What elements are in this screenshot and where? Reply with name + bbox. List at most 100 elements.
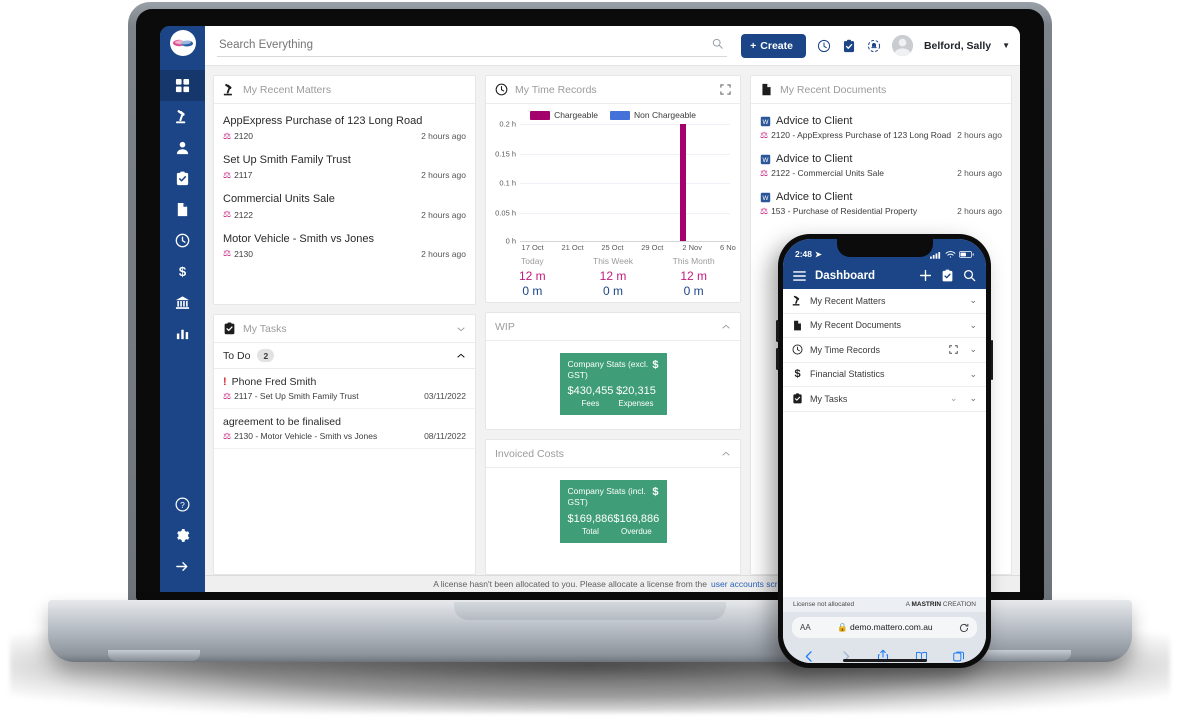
chevron-up-icon[interactable] [456,351,466,361]
phone-row-recent-documents[interactable]: My Recent Documents ⌄ [783,314,986,338]
chevron-down-icon[interactable]: ⌄ [969,369,977,380]
reload-icon[interactable] [959,623,969,633]
expand-icon[interactable] [720,84,731,95]
list-item[interactable]: W Advice to Client ⚖ 153 - Purchase of R… [760,184,1002,222]
matter-timestamp: 2 hours ago [421,248,466,259]
task-name-row: agreement to be finalised [223,416,466,428]
chart-plot-area: 0.2 h 0.15 h 0.1 h 0.05 h 0 h [495,120,730,246]
phone-row-financial-statistics[interactable]: $ Financial Statistics ⌄ [783,363,986,387]
y-tick-label: 0.1 h [499,178,516,188]
list-item[interactable]: Commercial Units Sale ⚖ 2122 2 hours ago [223,186,466,225]
clock-icon [792,344,803,355]
sidebar-item-settings[interactable] [160,520,205,551]
list-item[interactable]: ! Phone Fred Smith ⚖ 2117 - Set Up Smith… [214,369,475,409]
tasks-icon[interactable] [842,39,856,53]
chevron-down-icon[interactable]: ⌄ [969,320,977,331]
sidebar-item-contacts[interactable] [160,132,205,163]
chart-bar-chargeable[interactable] [680,124,686,241]
stat-card[interactable]: Company Stats (excl. GST) $ $430,455 Fee… [559,353,667,416]
tasks-section-label: To Do [223,349,251,362]
recent-matters-list: AppExpress Purchase of 123 Long Road ⚖ 2… [214,104,475,304]
matter-name: Set Up Smith Family Trust [223,154,351,167]
sidebar-item-time[interactable] [160,225,205,256]
matter-number: 2122 [234,209,253,220]
phone-row-time-records[interactable]: My Time Records ⌄ [783,338,986,363]
svg-text:W: W [763,195,769,202]
dashboard-column-left: My Recent Matters AppExpress Purchase of… [213,75,476,575]
sidebar-item-tasks[interactable] [160,163,205,194]
chevron-down-small-icon[interactable]: ⌄ [950,393,958,404]
card-header: Invoiced Costs [486,440,740,469]
list-item[interactable]: W Advice to Client ⚖ 2120 - AppExpress P… [760,108,1002,146]
document-meta: ⚖ 153 - Purchase of Residential Property… [760,206,1002,216]
hamburger-icon[interactable] [793,270,806,282]
search-input[interactable] [217,34,728,57]
time-records-chart: Chargeable Non Chargeable 0.2 h 0.15 h 0… [486,104,740,302]
phone-row-my-tasks[interactable]: My Tasks ⌄ ⌄ [783,387,986,412]
user-name[interactable]: Belford, Sally [924,40,991,52]
card-time-records: My Time Records Chargeable Non Chargeabl… [485,75,741,303]
tabs-icon[interactable] [953,650,965,662]
tasks-section-header[interactable]: To Do 2 [214,343,475,369]
chevron-down-icon[interactable]: ⌄ [969,295,977,306]
power-button[interactable] [990,340,993,380]
back-icon[interactable] [804,650,815,663]
document-meta: ⚖ 2122 - Commercial Units Sale 2 hours a… [760,168,1002,178]
top-bar: + Create Belford, Sally ▼ [205,26,1020,66]
svg-text:?: ? [180,500,185,510]
volume-up-button[interactable] [776,320,779,342]
list-item[interactable]: Set Up Smith Family Trust ⚖ 2117 2 hours… [223,147,466,186]
chevron-up-icon[interactable] [721,449,731,459]
stat-cell-overdue: $169,886 Overdue [613,513,659,536]
time-summary: Today 12 m 0 m This Week 12 m 0 m This M… [492,256,734,298]
summary-chargeable: 12 m [518,269,546,283]
sidebar-item-dashboard[interactable] [160,70,205,101]
address-bar[interactable]: AA 🔒 demo.mattero.com.au [792,617,977,638]
list-item[interactable]: W Advice to Client ⚖ 2122 - Commercial U… [760,146,1002,184]
create-button[interactable]: + Create [741,33,806,58]
notifications-icon[interactable] [867,39,881,53]
list-item[interactable]: Motor Vehicle - Smith vs Jones ⚖ 2130 2 … [223,226,466,265]
summary-non-chargeable: 0 m [683,284,704,298]
list-item[interactable]: agreement to be finalised ⚖ 2130 - Motor… [214,409,475,449]
chart-x-ticks: 17 Oct 21 Oct 25 Oct 29 Oct 2 Nov 6 No [520,242,736,254]
sidebar-item-billing[interactable]: $ [160,256,205,287]
chevron-down-icon[interactable] [456,324,466,334]
clipboard-check-icon[interactable] [941,269,954,282]
home-indicator[interactable] [842,658,927,662]
sidebar-items: $ [160,70,205,349]
chevron-up-icon[interactable] [721,322,731,332]
task-due-date: 03/11/2022 [424,391,466,401]
sidebar-item-matters[interactable] [160,101,205,132]
phone-url-bar: AA 🔒 demo.mattero.com.au [783,612,986,641]
phone-row-recent-matters[interactable]: My Recent Matters ⌄ [783,289,986,314]
sidebar-item-help[interactable]: ? [160,489,205,520]
clipboard-check-icon [223,322,236,335]
word-document-icon: W [760,154,771,165]
app-logo[interactable] [160,26,205,60]
chevron-down-icon[interactable]: ⌄ [969,344,977,355]
stat-card[interactable]: Company Stats (incl. GST) $ $169,886 Tot… [559,480,667,543]
clipboard-check-icon [792,393,803,404]
avatar[interactable] [891,35,913,56]
plus-icon[interactable] [919,269,932,282]
sidebar-item-reports[interactable] [160,318,205,349]
recent-history-icon[interactable] [817,39,831,53]
sidebar-item-trust[interactable] [160,287,205,318]
text-size-icon[interactable]: AA [800,623,811,632]
chevron-down-icon[interactable]: ⌄ [969,393,977,404]
search-icon[interactable] [963,269,976,282]
phone-row-label: Financial Statistics [810,369,885,380]
matter-name: AppExpress Purchase of 123 Long Road [223,115,423,127]
search-icon[interactable] [712,38,723,49]
sidebar-item-expand[interactable] [160,551,205,582]
chevron-down-icon[interactable]: ▼ [1002,41,1010,50]
stat-card-header: Company Stats (incl. GST) $ [568,486,659,507]
sidebar-item-documents[interactable] [160,194,205,225]
list-item[interactable]: AppExpress Purchase of 123 Long Road ⚖ 2… [223,108,466,147]
task-name: agreement to be finalised [223,416,341,428]
expand-icon[interactable] [949,345,959,354]
volume-down-button[interactable] [776,348,779,370]
card-title: My Recent Matters [243,83,332,96]
card-title: Invoiced Costs [495,447,564,460]
